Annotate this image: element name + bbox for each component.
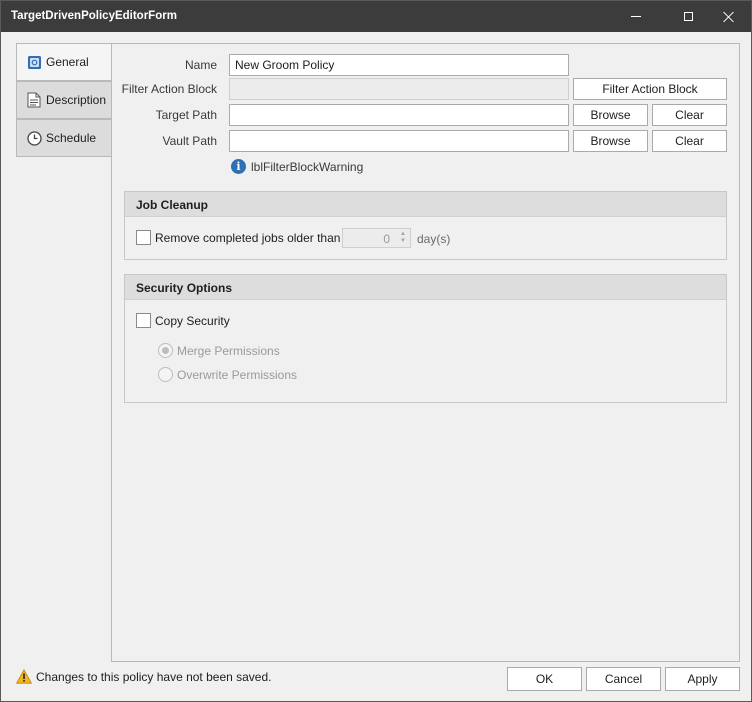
job-cleanup-group: Job Cleanup [124, 191, 727, 260]
copy-security-checkbox[interactable] [136, 313, 151, 328]
tab-general-label: General [46, 55, 89, 69]
target-clear-button[interactable]: Clear [652, 104, 727, 126]
close-icon [723, 11, 734, 22]
filter-action-block-button[interactable]: Filter Action Block [573, 78, 727, 100]
title-bar: TargetDrivenPolicyEditorForm [1, 1, 751, 32]
minimize-button[interactable] [613, 1, 659, 32]
vault-clear-button[interactable]: Clear [652, 130, 727, 152]
safe-icon [26, 54, 42, 70]
overwrite-permissions-radio [158, 367, 173, 382]
filter-action-block-label: Filter Action Block [121, 82, 217, 96]
target-path-label: Target Path [155, 108, 217, 122]
document-icon [26, 92, 42, 108]
name-field[interactable]: New Groom Policy [229, 54, 569, 76]
clock-icon [26, 130, 42, 146]
days-suffix: day(s) [417, 232, 451, 246]
days-value: 0 [383, 232, 390, 246]
tab-schedule-label: Schedule [46, 131, 97, 145]
target-path-field[interactable] [229, 104, 569, 126]
overwrite-permissions-label: Overwrite Permissions [177, 368, 298, 382]
close-button[interactable] [705, 1, 751, 32]
security-options-group: Security Options [124, 274, 727, 403]
security-options-header: Security Options [125, 275, 726, 300]
job-cleanup-header: Job Cleanup [125, 192, 726, 217]
apply-button[interactable]: Apply [665, 667, 740, 691]
merge-permissions-radio [158, 343, 173, 358]
days-stepper: 0 ▲ ▼ [342, 228, 411, 248]
copy-security-label[interactable]: Copy Security [155, 314, 230, 328]
name-label: Name [184, 58, 217, 72]
status-bar: Changes to this policy have not been sav… [16, 669, 272, 684]
ok-button[interactable]: OK [507, 667, 582, 691]
merge-permissions-label: Merge Permissions [177, 344, 280, 358]
vault-path-label: Vault Path [162, 134, 217, 148]
remove-jobs-label[interactable]: Remove completed jobs older than [155, 231, 340, 245]
stepper-arrows-icon: ▲ ▼ [400, 231, 406, 244]
filter-block-warning: i lblFilterBlockWarning [231, 159, 363, 174]
remove-jobs-checkbox[interactable] [136, 230, 151, 245]
vault-path-field[interactable] [229, 130, 569, 152]
filter-block-warning-text: lblFilterBlockWarning [251, 159, 364, 174]
minimize-icon [631, 16, 641, 17]
vault-browse-button[interactable]: Browse [573, 130, 648, 152]
maximize-icon [683, 12, 693, 21]
warning-icon [16, 669, 32, 684]
filter-action-block-field [229, 78, 569, 100]
window-title: TargetDrivenPolicyEditorForm [11, 10, 177, 22]
cancel-button[interactable]: Cancel [586, 667, 661, 691]
target-browse-button[interactable]: Browse [573, 104, 648, 126]
status-message: Changes to this policy have not been sav… [36, 669, 272, 684]
info-icon: i [231, 159, 246, 174]
policy-editor-window: TargetDrivenPolicyEditorForm General Des… [0, 0, 752, 702]
